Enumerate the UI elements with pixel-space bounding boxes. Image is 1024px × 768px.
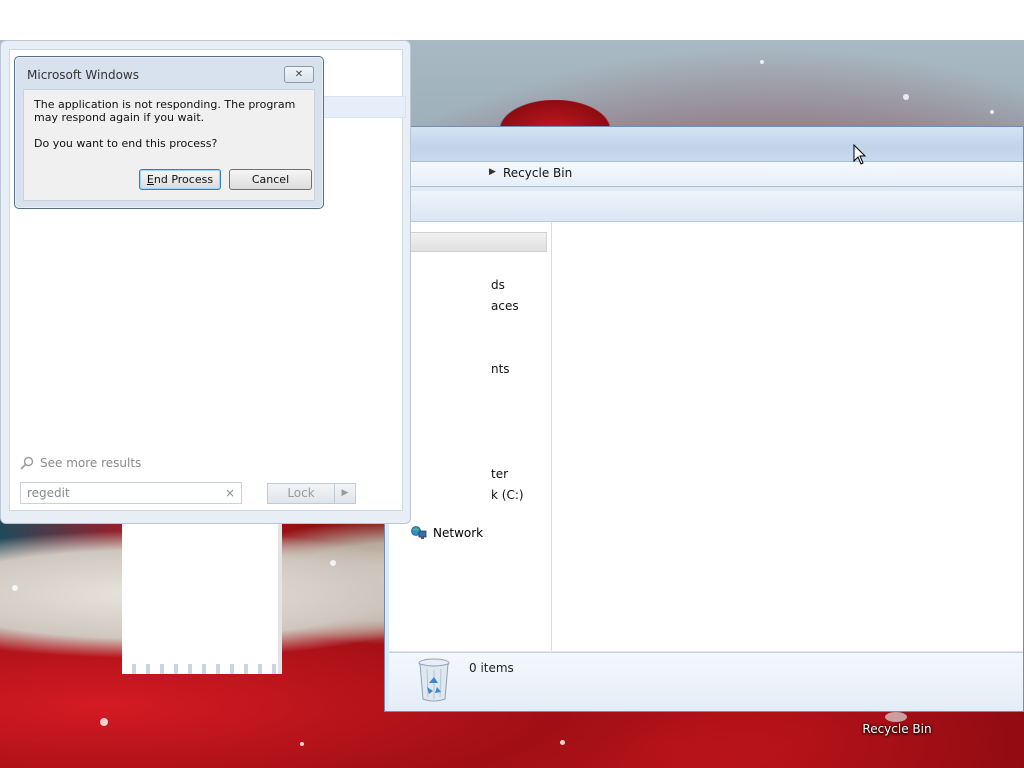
- see-more-results-label: See more results: [40, 456, 142, 470]
- item-count: 0 items: [469, 661, 514, 675]
- snowflake: [990, 110, 994, 114]
- snowflake: [330, 560, 336, 566]
- dialog-message: The application is not responding. The p…: [34, 98, 296, 124]
- desktop-recycle-bin-label[interactable]: Recycle Bin: [860, 722, 934, 736]
- unresponsive-window-artifact: [122, 520, 282, 674]
- dialog-question: Do you want to end this process?: [34, 137, 218, 150]
- snowflake: [903, 94, 909, 100]
- search-icon: [20, 456, 34, 470]
- nav-item-documents[interactable]: nts: [491, 362, 510, 376]
- start-search-value: regedit: [27, 486, 70, 500]
- nav-item-downloads[interactable]: ds: [491, 278, 505, 292]
- nav-selected-item[interactable]: [389, 232, 547, 252]
- explorer-titlebar[interactable]: [385, 127, 1023, 161]
- recycle-bin-icon: [417, 657, 451, 703]
- network-icon: [411, 525, 427, 541]
- nav-item-recent-places[interactable]: aces: [491, 299, 519, 313]
- navigation-pane: ds aces nts ter k (C:) Network: [389, 222, 552, 651]
- desktop-recycle-bin-icon[interactable]: [885, 712, 907, 722]
- details-pane: 0 items: [389, 652, 1023, 711]
- clear-search-icon[interactable]: ×: [225, 486, 235, 500]
- dialog-title: Microsoft Windows: [27, 68, 139, 82]
- nav-item-computer[interactable]: ter: [491, 467, 508, 481]
- desktop-screen: ▶ Recycle Bin ds aces nts ter k (C:) Net…: [0, 0, 1024, 768]
- mouse-cursor-icon: [853, 143, 867, 166]
- breadcrumb-chevron-icon[interactable]: ▶: [489, 167, 496, 177]
- start-search-input[interactable]: regedit ×: [20, 482, 242, 504]
- cancel-button[interactable]: Cancel: [229, 169, 312, 190]
- nav-item-network[interactable]: Network: [411, 525, 483, 541]
- start-menu-result-highlight[interactable]: [318, 96, 406, 118]
- dialog-content: The application is not responding. The p…: [23, 89, 315, 201]
- end-process-label: nd Process: [153, 173, 214, 186]
- snowflake: [560, 740, 565, 745]
- snowflake: [100, 718, 108, 726]
- end-process-button[interactable]: End Process: [139, 169, 221, 190]
- see-more-results-link[interactable]: See more results: [20, 456, 141, 470]
- artifact-stripes: [122, 664, 278, 674]
- nav-item-local-disk[interactable]: k (C:): [491, 488, 524, 502]
- recycle-bin-explorer-window[interactable]: ▶ Recycle Bin ds aces nts ter k (C:) Net…: [384, 126, 1024, 712]
- snowflake: [760, 60, 764, 64]
- address-bar[interactable]: ▶ Recycle Bin: [385, 161, 1023, 187]
- breadcrumb-recycle-bin[interactable]: Recycle Bin: [503, 166, 572, 180]
- explorer-body: ds aces nts ter k (C:) Network: [389, 222, 1023, 651]
- dialog-close-button[interactable]: ✕: [284, 66, 314, 83]
- lock-button[interactable]: Lock: [267, 483, 335, 504]
- explorer-toolbar: [385, 191, 1023, 222]
- shutdown-options-arrow-icon[interactable]: ▶: [334, 483, 356, 504]
- snowflake: [12, 585, 18, 591]
- not-responding-dialog: Microsoft Windows ✕ The application is n…: [14, 56, 324, 209]
- snowflake: [300, 742, 304, 746]
- nav-item-network-label: Network: [433, 526, 484, 540]
- end-process-accelerator: E: [146, 173, 154, 186]
